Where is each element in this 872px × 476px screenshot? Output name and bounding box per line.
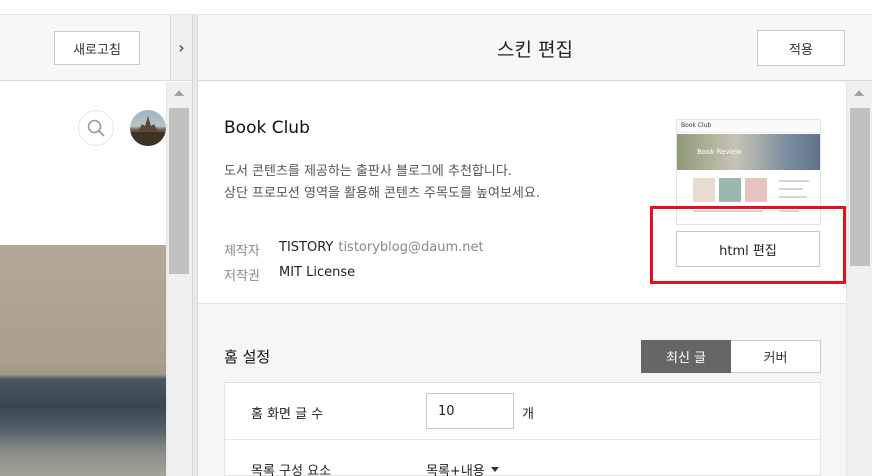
search-icon[interactable] xyxy=(78,110,114,146)
author-name: TISTORY xyxy=(279,240,334,255)
list-components-select[interactable]: 목록+내용 xyxy=(426,460,499,476)
scroll-up-arrow-icon[interactable] xyxy=(174,90,184,96)
license-label: 저작권 xyxy=(224,269,260,284)
editor-header: 스킨 편집 적용 xyxy=(198,15,872,81)
home-settings-title: 홈 설정 xyxy=(224,348,271,366)
post-count-unit: 개 xyxy=(522,407,534,422)
refresh-button[interactable]: 새로고침 xyxy=(54,31,140,65)
scroll-up-arrow-icon[interactable] xyxy=(854,90,864,96)
thumbnail-hero: Book Review xyxy=(677,134,820,170)
thumbnail-line xyxy=(779,210,799,212)
post-count-input[interactable] xyxy=(426,393,514,429)
thumbnail-line xyxy=(779,196,807,198)
post-count-label: 홈 화면 글 수 xyxy=(251,407,324,422)
license-value: MIT License xyxy=(279,265,356,280)
home-type-toggle: 최신 글 커버 xyxy=(641,340,821,373)
editor-scrollbar[interactable] xyxy=(846,82,872,476)
chevron-down-icon xyxy=(490,467,499,472)
preview-scroll-thumb[interactable] xyxy=(169,108,189,274)
top-strip xyxy=(0,0,872,15)
skin-name: Book Club xyxy=(224,118,310,138)
author-label: 제작자 xyxy=(224,244,260,259)
skin-description: 도서 콘텐츠를 제공하는 출판사 블로그에 추천합니다. 상단 프로모션 영역을… xyxy=(224,161,540,205)
editor-scroll-thumb[interactable] xyxy=(850,108,870,266)
blog-preview xyxy=(0,82,166,476)
tab-cover[interactable]: 커버 xyxy=(731,340,821,373)
html-edit-button[interactable]: html 편집 xyxy=(676,231,820,267)
thumbnail-logo: Book Club xyxy=(681,122,712,129)
preview-pane: 새로고침 › xyxy=(0,15,192,476)
thumbnail-hero-text: Book Review xyxy=(697,148,742,156)
thumbnail-card xyxy=(719,178,741,202)
thumbnail-line xyxy=(779,188,803,190)
tab-latest-posts[interactable]: 최신 글 xyxy=(641,340,731,373)
skin-description-line: 도서 콘텐츠를 제공하는 출판사 블로그에 추천합니다. xyxy=(224,164,512,179)
skin-info-card: Book Club 도서 콘텐츠를 제공하는 출판사 블로그에 추천합니다. 상… xyxy=(198,82,846,304)
thumbnail-card xyxy=(693,178,715,202)
list-components-label: 목록 구성 요소 xyxy=(251,464,332,476)
skin-thumbnail: Book Club Book Review xyxy=(676,119,821,225)
avatar[interactable] xyxy=(130,110,166,146)
skin-description-line: 상단 프로모션 영역을 활용해 콘텐츠 주목도를 높여보세요. xyxy=(224,186,540,201)
thumbnail-header: Book Club xyxy=(677,120,820,133)
chevron-right-icon[interactable]: › xyxy=(170,15,192,81)
preview-hero-image xyxy=(0,245,166,476)
thumbnail-line xyxy=(779,180,809,182)
author-row: 제작자 TISTORY tistoryblog@daum.net xyxy=(224,240,484,259)
thumbnail-line xyxy=(693,210,763,212)
preview-scrollbar[interactable] xyxy=(166,82,192,476)
post-count-row: 홈 화면 글 수 개 xyxy=(225,383,822,440)
thumbnail-card xyxy=(745,178,767,202)
preview-toolbar: 새로고침 xyxy=(0,15,170,81)
list-components-row: 목록 구성 요소 목록+내용 xyxy=(225,440,822,476)
author-email: tistoryblog@daum.net xyxy=(338,240,484,255)
home-settings-box: 홈 화면 글 수 개 목록 구성 요소 목록+내용 xyxy=(224,382,822,476)
editor-pane: 스킨 편집 적용 Book Club 도서 콘텐츠를 제공하는 출판사 블로그에… xyxy=(198,15,872,476)
list-components-value: 목록+내용 xyxy=(426,464,485,476)
apply-button[interactable]: 적용 xyxy=(757,30,845,66)
license-row: 저작권 MIT License xyxy=(224,265,355,284)
